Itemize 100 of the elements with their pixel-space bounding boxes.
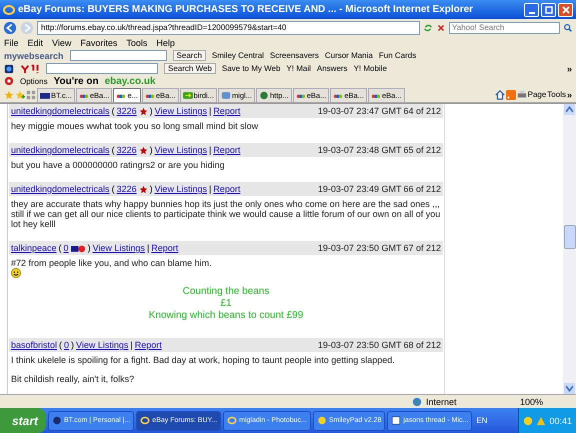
rating-link[interactable]: 3226: [116, 145, 137, 155]
options-button[interactable]: Options: [20, 76, 48, 86]
search-field[interactable]: [46, 63, 158, 74]
highlighted-text: Counting the beans: [182, 286, 270, 298]
back-icon[interactable]: [3, 20, 17, 34]
close-button[interactable]: [558, 2, 573, 16]
separator: |: [208, 145, 212, 155]
warning-icon[interactable]: [536, 416, 546, 426]
page-menu[interactable]: Page: [528, 90, 546, 99]
username-link[interactable]: basofbristol: [11, 340, 58, 350]
search-field[interactable]: Yahoo! Search: [449, 22, 560, 34]
toolbar-logo-icon[interactable]: [4, 64, 14, 74]
rating-link[interactable]: 3226: [116, 106, 137, 116]
language-indicator[interactable]: EN: [476, 416, 488, 425]
post-time: 19-03-07 23:48 GMT: [318, 145, 402, 155]
browser-logo-icon: [3, 4, 15, 16]
menu-item[interactable]: Tools: [126, 38, 148, 48]
minimize-icon: [528, 12, 534, 14]
punctuation: (: [112, 106, 115, 116]
highlighted-text: £1: [219, 298, 233, 310]
toolbar-link[interactable]: Save to My Web: [222, 64, 280, 73]
separator: |: [208, 106, 212, 116]
report-link[interactable]: Report: [151, 243, 178, 253]
post-number: 64 of 212: [403, 106, 441, 116]
report-link[interactable]: Report: [213, 106, 240, 116]
separator: |: [130, 340, 133, 350]
punctuation: (: [112, 145, 115, 155]
member-badge-icon: [70, 244, 86, 252]
rating-link[interactable]: 0: [64, 243, 69, 253]
toolbar-link[interactable]: Y! Mail: [286, 64, 311, 73]
site-logo-icon: [40, 90, 50, 100]
toolbar-link[interactable]: Y! Mobile: [354, 64, 387, 73]
view-listings-link[interactable]: View Listings: [154, 106, 207, 116]
refresh-icon[interactable]: [423, 22, 433, 32]
menu-item[interactable]: View: [52, 38, 72, 48]
menu-item[interactable]: Edit: [28, 38, 44, 48]
toolbar-link[interactable]: Screensavers: [270, 51, 319, 60]
smiley-icon[interactable]: [523, 416, 534, 426]
menu-item[interactable]: Favorites: [80, 38, 118, 48]
stop-icon[interactable]: [436, 22, 446, 32]
close-icon: [560, 4, 570, 14]
username-link[interactable]: unitedkingdomelectricals: [11, 106, 110, 116]
rating-link[interactable]: 3226: [116, 184, 137, 194]
post-text: I think ukelele is spoiling for a fight. Bad day at work, hoping to taunt people into getting slapped.: [11, 355, 396, 365]
favorites-star-icon[interactable]: [4, 90, 14, 100]
toolbar-link[interactable]: Answers: [316, 64, 348, 73]
tab-grid-icon[interactable]: [26, 90, 36, 100]
punctuation: (: [58, 243, 62, 253]
username-link[interactable]: unitedkingdomelectricals: [11, 145, 110, 155]
scrollbar[interactable]: [563, 104, 576, 394]
post-number: 65 of 212: [403, 145, 441, 155]
post-time: 19-03-07 23:47 GMT: [318, 106, 402, 116]
toolbar-link[interactable]: Fun Cards: [378, 51, 416, 60]
maximize-button[interactable]: [541, 2, 556, 16]
username-link[interactable]: unitedkingdomelectricals: [11, 184, 110, 194]
view-listings-link[interactable]: View Listings: [92, 243, 145, 253]
document-icon: [391, 416, 402, 425]
view-listings-link[interactable]: View Listings: [76, 340, 128, 350]
toolbar-logo-icon[interactable]: [4, 76, 14, 86]
search-field[interactable]: [70, 50, 167, 61]
scroll-down-icon[interactable]: [564, 383, 575, 394]
post-text: hey miggie moues wwhat took you so long small mind bit slow: [11, 121, 260, 131]
minimize-button[interactable]: [524, 2, 539, 16]
browser-logo-icon: [227, 416, 238, 425]
address-field[interactable]: http://forums.ebay.co.uk/thread.jspa?threadID=1200099579&start=40: [37, 20, 420, 34]
punctuation: ): [71, 340, 74, 350]
report-link[interactable]: Report: [213, 184, 240, 194]
zoom-level[interactable]: 100%: [520, 396, 570, 406]
window-title: eBay Forums: BUYERS MAKING PURCHASES TO RECEIVE AND ... - Microsoft Internet Explorer: [18, 4, 474, 15]
more-button[interactable]: »: [566, 64, 572, 74]
tools-menu[interactable]: Tools: [547, 90, 566, 99]
rating-link[interactable]: 0: [64, 340, 70, 350]
search-icon[interactable]: [563, 22, 573, 32]
view-listings-link[interactable]: View Listings: [154, 145, 207, 155]
search-button[interactable]: Search: [172, 50, 206, 61]
report-link[interactable]: Report: [213, 145, 240, 155]
photo-icon: [220, 90, 231, 100]
menu-item[interactable]: File: [4, 38, 19, 48]
search-web-button[interactable]: Search Web: [164, 63, 216, 74]
print-icon[interactable]: [516, 90, 527, 100]
scroll-thumb[interactable]: [564, 225, 576, 249]
view-listings-link[interactable]: View Listings: [154, 184, 207, 194]
add-favorite-icon[interactable]: [15, 90, 25, 100]
arrow-icon: [182, 90, 192, 100]
start-button[interactable]: start: [0, 408, 46, 433]
toolbar-link[interactable]: Cursor Mania: [324, 51, 373, 60]
toolbar-label: mywebsearch: [4, 50, 64, 60]
menu-item[interactable]: Help: [156, 38, 175, 48]
more-button[interactable]: »: [566, 90, 572, 100]
punctuation: ): [150, 145, 153, 155]
site-notice: You're on: [54, 76, 99, 86]
security-zone: Internet: [426, 396, 458, 406]
yahoo-logo-icon[interactable]: [20, 64, 40, 74]
username-link[interactable]: talkinpeace: [11, 243, 57, 253]
home-icon[interactable]: [494, 90, 505, 100]
report-link[interactable]: Report: [134, 340, 162, 350]
scroll-up-icon[interactable]: [564, 104, 575, 115]
star-icon: [138, 106, 148, 116]
toolbar-link[interactable]: Smiley Central: [212, 51, 264, 60]
post-text: but you have a 000000000 ratingrs2 or are you hiding: [11, 160, 226, 170]
